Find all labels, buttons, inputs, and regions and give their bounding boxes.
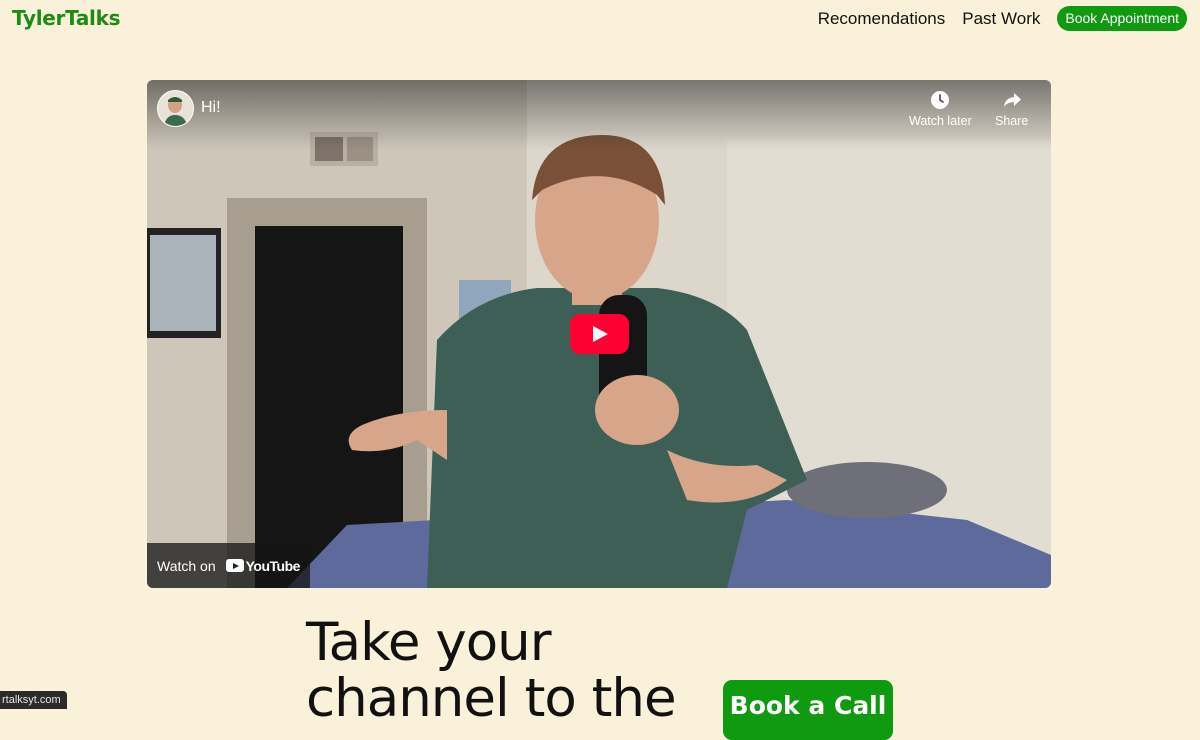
- share-label: Share: [995, 114, 1029, 128]
- book-a-call-button[interactable]: Book a Call: [723, 680, 893, 740]
- site-logo[interactable]: TylerTalks: [12, 6, 121, 30]
- video-title[interactable]: Hi!: [201, 99, 221, 117]
- youtube-logo: YouTube: [225, 557, 301, 574]
- watch-on-label: Watch on: [157, 557, 216, 574]
- book-appointment-button[interactable]: Book Appointment: [1057, 6, 1187, 31]
- nav-past-work[interactable]: Past Work: [962, 6, 1040, 31]
- hero-heading: Take your channel to the: [306, 615, 706, 727]
- share-icon: [1003, 93, 1021, 107]
- watch-later-label: Watch later: [909, 114, 972, 128]
- link-status-tooltip: rtalksyt.com: [0, 691, 67, 709]
- play-icon: [593, 326, 608, 342]
- youtube-embed[interactable]: Hi! Watch later Share Watch on YouTube: [147, 80, 1051, 588]
- nav-recomendations[interactable]: Recomendations: [818, 6, 946, 31]
- channel-avatar[interactable]: [157, 90, 194, 127]
- watch-later-button[interactable]: Watch later: [909, 90, 972, 128]
- watch-on-youtube-link[interactable]: Watch on YouTube: [147, 543, 310, 588]
- avatar-image: [158, 91, 193, 126]
- play-button[interactable]: [570, 314, 629, 354]
- hero-line-1: Take your: [306, 612, 552, 673]
- youtube-wordmark: YouTube: [245, 557, 301, 574]
- share-button[interactable]: Share: [995, 90, 1028, 128]
- youtube-play-icon: [225, 559, 244, 572]
- hero-line-2: channel to the: [306, 668, 677, 729]
- clock-icon: [931, 91, 950, 109]
- main-nav: Recomendations Past Work Book Appointmen…: [818, 6, 1187, 31]
